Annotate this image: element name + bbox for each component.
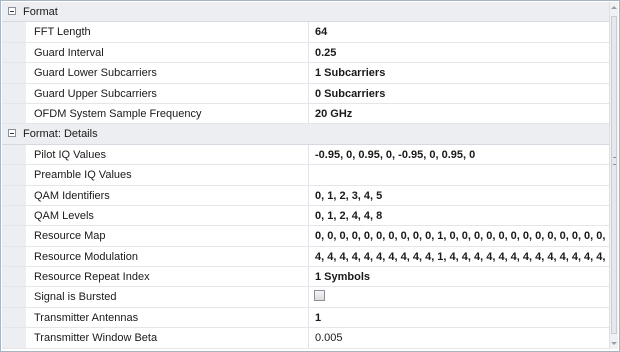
property-value[interactable]: 64 <box>315 26 609 38</box>
column-splitter[interactable] <box>308 307 309 328</box>
property-name: Guard Upper Subcarriers <box>34 87 157 100</box>
column-splitter[interactable] <box>308 267 309 287</box>
collapse-icon[interactable] <box>8 129 16 138</box>
property-name: QAM Identifiers <box>34 189 110 202</box>
property-row-transmitter-antennas[interactable]: Transmitter Antennas 1 <box>2 307 609 329</box>
property-value[interactable]: 0, 0, 0, 0, 0, 0, 0, 0, 0, 0, 1, 0, 0, 0… <box>315 230 609 242</box>
signal-bursted-checkbox[interactable] <box>314 290 325 302</box>
property-name: Resource Repeat Index <box>34 271 150 284</box>
collapse-icon[interactable] <box>8 7 16 15</box>
grip-icon <box>613 157 616 165</box>
scroll-up-arrow-icon[interactable] <box>611 6 617 9</box>
property-name: OFDM System Sample Frequency <box>34 107 202 120</box>
category-label: Format <box>23 6 58 18</box>
property-row-resource-map[interactable]: Resource Map 0, 0, 0, 0, 0, 0, 0, 0, 0, … <box>2 226 609 247</box>
column-splitter[interactable] <box>308 185 309 205</box>
property-grid: Format FFT Length 64 Guard Interval 0.25… <box>0 0 620 352</box>
column-splitter[interactable] <box>308 205 309 226</box>
property-row-transmitter-window-beta[interactable]: Transmitter Window Beta 0.005 <box>2 328 609 349</box>
property-row-resource-modulation[interactable]: Resource Modulation 4, 4, 4, 4, 4, 4, 4,… <box>2 246 609 268</box>
property-name: Pilot IQ Values <box>34 148 106 161</box>
property-name: QAM Levels <box>34 209 94 222</box>
scrollbar-thumb[interactable] <box>611 16 617 334</box>
property-name: Resource Modulation <box>34 250 138 263</box>
property-row-guard-interval[interactable]: Guard Interval 0.25 <box>2 42 609 64</box>
category-format-details[interactable]: Format: Details <box>2 124 609 145</box>
property-row-guard-lower-subcarriers[interactable]: Guard Lower Subcarriers 1 Subcarriers <box>2 63 609 84</box>
property-list: Format FFT Length 64 Guard Interval 0.25… <box>2 2 609 349</box>
column-splitter[interactable] <box>308 83 309 103</box>
property-name: FFT Length <box>34 26 91 39</box>
property-value[interactable]: 0, 1, 2, 3, 4, 5 <box>315 190 609 202</box>
property-row-preamble-iq-values[interactable]: Preamble IQ Values <box>2 165 609 186</box>
property-value[interactable]: -0.95, 0, 0.95, 0, -0.95, 0, 0.95, 0 <box>315 149 609 161</box>
property-value[interactable]: 0, 1, 2, 4, 4, 8 <box>315 210 609 222</box>
property-row-guard-upper-subcarriers[interactable]: Guard Upper Subcarriers 0 Subcarriers <box>2 83 609 104</box>
column-splitter[interactable] <box>308 103 309 124</box>
column-splitter[interactable] <box>308 287 309 307</box>
column-splitter[interactable] <box>308 22 309 42</box>
property-name: Signal is Bursted <box>34 291 117 304</box>
property-name: Guard Interval <box>34 46 104 59</box>
property-name: Transmitter Antennas <box>34 311 139 324</box>
property-value[interactable]: 1 Symbols <box>315 271 609 283</box>
property-value[interactable]: 20 GHz <box>315 108 609 120</box>
property-value[interactable]: 0 Subcarriers <box>315 88 609 100</box>
property-name: Preamble IQ Values <box>34 169 132 182</box>
property-name: Guard Lower Subcarriers <box>34 67 157 80</box>
property-value[interactable]: 0.005 <box>315 332 609 344</box>
column-splitter[interactable] <box>308 246 309 267</box>
category-label: Format: Details <box>23 128 98 141</box>
property-name: Resource Map <box>34 230 106 243</box>
column-splitter[interactable] <box>308 328 309 348</box>
column-splitter[interactable] <box>308 42 309 63</box>
vertical-scrollbar[interactable] <box>609 2 618 349</box>
property-row-qam-levels[interactable]: QAM Levels 0, 1, 2, 4, 4, 8 <box>2 205 609 227</box>
property-row-signal-is-bursted[interactable]: Signal is Bursted <box>2 287 609 308</box>
property-value[interactable]: 1 Subcarriers <box>315 67 609 79</box>
column-splitter[interactable] <box>308 165 309 185</box>
category-format[interactable]: Format <box>2 2 609 23</box>
property-value[interactable]: 1 <box>315 312 609 324</box>
property-row-fft-length[interactable]: FFT Length 64 <box>2 22 609 43</box>
column-splitter[interactable] <box>308 144 309 165</box>
property-value[interactable]: 0.25 <box>315 47 609 59</box>
property-row-resource-repeat-index[interactable]: Resource Repeat Index 1 Symbols <box>2 267 609 288</box>
property-row-pilot-iq-values[interactable]: Pilot IQ Values -0.95, 0, 0.95, 0, -0.95… <box>2 144 609 166</box>
property-name: Transmitter Window Beta <box>34 332 158 345</box>
column-splitter[interactable] <box>308 226 309 246</box>
property-row-qam-identifiers[interactable]: QAM Identifiers 0, 1, 2, 3, 4, 5 <box>2 185 609 206</box>
property-value[interactable]: 4, 4, 4, 4, 4, 4, 4, 4, 4, 4, 1, 4, 4, 4… <box>315 251 609 263</box>
column-splitter[interactable] <box>308 63 309 83</box>
property-row-ofdm-sample-frequency[interactable]: OFDM System Sample Frequency 20 GHz <box>2 103 609 125</box>
scroll-down-arrow-icon[interactable] <box>611 342 617 345</box>
